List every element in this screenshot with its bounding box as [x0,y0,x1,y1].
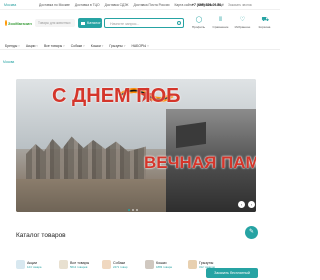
top-bar: Москва Доставка по Москве Доставка в ТЦО… [0,0,280,10]
category-list: Акции 124 товара Все товары 5612 товаров С… [16,260,223,269]
category-count: 2471 товар [113,264,128,269]
category-item-cats[interactable]: Кошки 1883 товара [145,260,180,269]
banner-next-button[interactable]: › [248,201,255,208]
menu-item-brands[interactable]: Бренды [5,44,20,48]
city-selector[interactable]: Москва [4,3,16,7]
search-input[interactable]: Начните запрос... [104,18,184,28]
category-count: 1883 товара [156,264,172,269]
banner-pagination [128,209,138,211]
catalog-button-label: Каталог [87,21,101,25]
menu-item-rodents[interactable]: Грызуны [109,44,125,48]
header-icons: ◯ Профиль ⫴ Сравнение ♡ Избранное ⛟ Корз… [190,17,273,29]
catalog-title: Каталог товаров [16,232,66,239]
search-placeholder: Начните запрос... [110,21,140,26]
catalog-button[interactable]: Каталог [78,18,102,28]
callback-link[interactable]: Заказать звонок [228,3,252,7]
category-item-dogs[interactable]: Собаки 2471 товар [102,260,137,269]
breadcrumb[interactable]: Москва [3,60,14,64]
banner-dot[interactable] [132,209,134,211]
category-thumb [59,260,68,269]
heart-icon: ♡ [239,17,246,23]
chat-icon: ✎ [248,229,255,235]
hero-banner[interactable]: С ДНЕМ ПОБ ВЕЧНАЯ ПАМЯТЬ ‹ › [16,79,256,212]
tagline: Товары для животных [35,19,75,27]
compare-label: Сравнение [212,24,229,29]
menu-item-all[interactable]: Все товары [44,44,65,48]
category-thumb [188,260,197,269]
banner-dot[interactable] [128,209,130,211]
category-count: 5612 товаров [70,264,88,269]
logo-mark-icon [5,20,7,26]
menu-item-dogs[interactable]: Собаки [71,44,85,48]
category-item-all[interactable]: Все товары 5612 товаров [59,260,94,269]
banner-flag [176,121,206,149]
top-link-delivery-moscow[interactable]: Доставка по Москве [39,3,70,7]
category-thumb [145,260,154,269]
cart-button[interactable]: ⛟ Корзина [256,17,273,29]
profile-icon: ◯ [195,17,203,23]
category-item-sales[interactable]: Акции 124 товара [16,260,51,269]
phone-number[interactable]: +7 (495) 729-09-50 [192,3,221,7]
order-button[interactable]: Заказать бесплатный [206,268,258,278]
banner-dot[interactable] [136,209,138,211]
category-count: 124 товара [27,264,42,269]
top-link-delivery-tco[interactable]: Доставка в ТЦО [75,3,100,7]
banner-title-top: С ДНЕМ ПОБ [52,85,181,107]
logo-text: ЗооМагазин [8,20,32,26]
banner-prev-button[interactable]: ‹ [238,201,245,208]
category-thumb [102,260,111,269]
top-link-sitemap[interactable]: Карта сайта [174,3,192,7]
header: ЗооМагазин Товары для животных Каталог Н… [0,11,280,33]
menu-item-cats[interactable]: Кошки [91,44,104,48]
menu-icon [81,21,85,25]
banner-title-bottom: ВЕЧНАЯ ПАМЯТЬ [144,153,256,172]
favorites-button[interactable]: ♡ Избранное [234,17,251,29]
search-icon[interactable] [177,21,181,25]
menu-item-sales[interactable]: Акции [26,44,38,48]
menu-item-sets[interactable]: НАБОРЫ [131,44,148,48]
compare-button[interactable]: ⫴ Сравнение [212,17,229,29]
top-link-delivery-post[interactable]: Доставка Почта России [133,3,169,7]
compare-icon: ⫴ [219,17,222,23]
profile-label: Профиль [191,24,206,29]
profile-button[interactable]: ◯ Профиль [190,17,207,29]
top-link-delivery-cdek[interactable]: Доставка СДЭК [105,3,129,7]
chat-button[interactable]: ✎ [245,226,258,239]
favorites-label: Избранное [234,24,251,29]
cart-icon: ⛟ [261,17,270,23]
logo[interactable]: ЗооМагазин [5,19,32,27]
cart-label: Корзина [258,24,271,29]
category-thumb [16,260,25,269]
main-menu: Бренды Акции Все товары Собаки Кошки Гры… [0,40,280,50]
